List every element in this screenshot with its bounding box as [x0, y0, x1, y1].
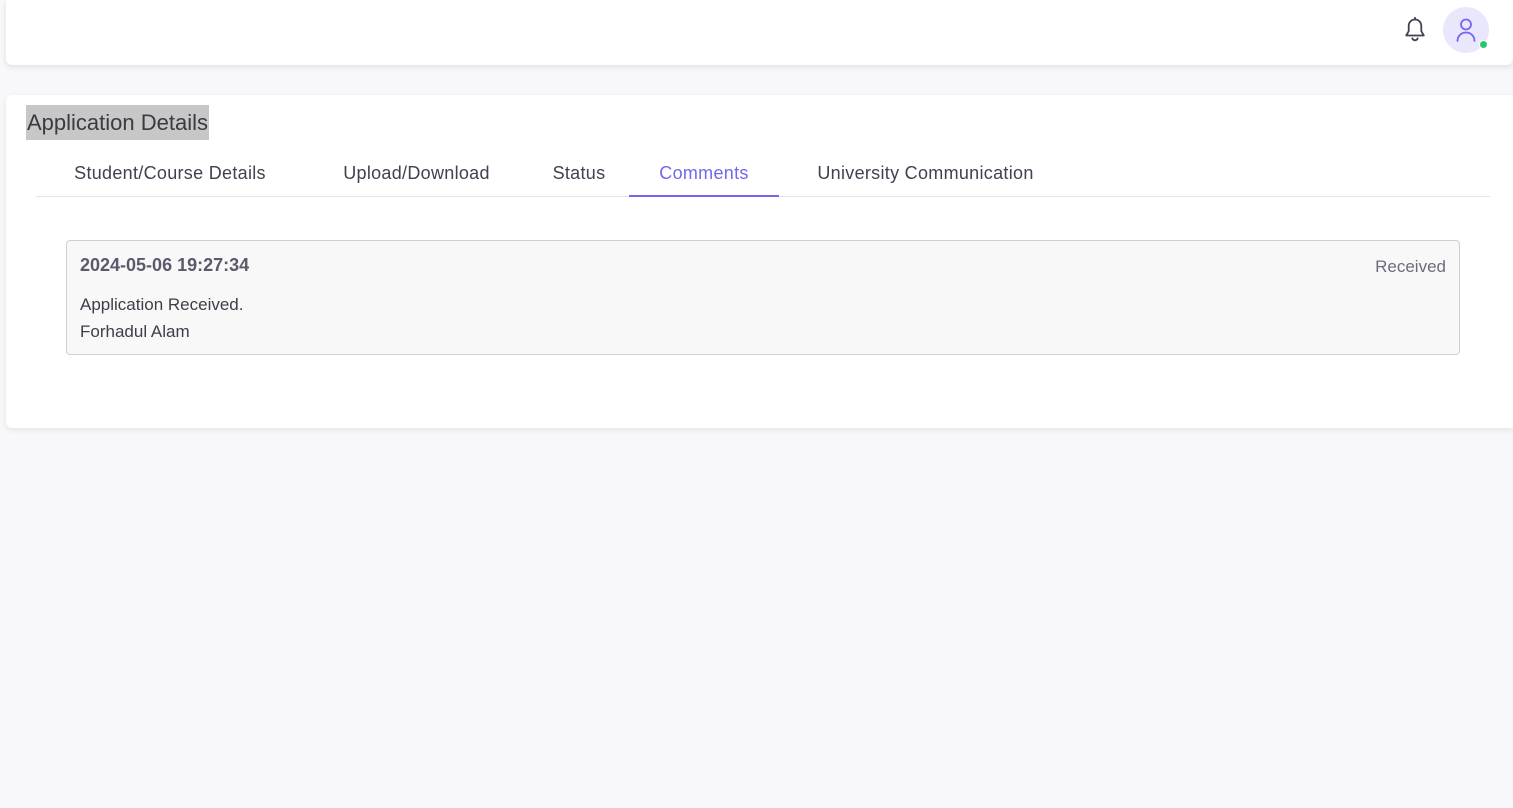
comment-body: Application Received. Forhadul Alam — [80, 291, 243, 345]
comment-status: Received — [1375, 257, 1446, 276]
tab-student-course-details[interactable]: Student/Course Details — [36, 151, 304, 197]
tab-status[interactable]: Status — [529, 151, 629, 197]
user-icon — [1456, 18, 1476, 42]
comment-author: Forhadul Alam — [80, 322, 190, 341]
tab-university-communication[interactable]: University Communication — [779, 151, 1072, 197]
comment-message: Application Received. — [80, 295, 244, 314]
top-navbar — [6, 0, 1513, 65]
bell-icon — [1405, 16, 1425, 42]
tab-comments[interactable]: Comments — [629, 151, 779, 197]
application-tabs: Student/Course Details Upload/Download S… — [36, 151, 1490, 197]
application-details-card: Application Details Student/Course Detai… — [6, 95, 1513, 428]
comment-item: 2024-05-06 19:27:34 Received Application… — [66, 240, 1460, 355]
comment-timestamp: 2024-05-06 19:27:34 — [80, 255, 250, 275]
user-avatar-button[interactable] — [1443, 7, 1489, 53]
notification-button[interactable] — [1402, 15, 1428, 45]
online-status-dot — [1479, 40, 1488, 49]
tab-upload-download[interactable]: Upload/Download — [304, 151, 529, 197]
page-title: Application Details — [26, 105, 209, 140]
